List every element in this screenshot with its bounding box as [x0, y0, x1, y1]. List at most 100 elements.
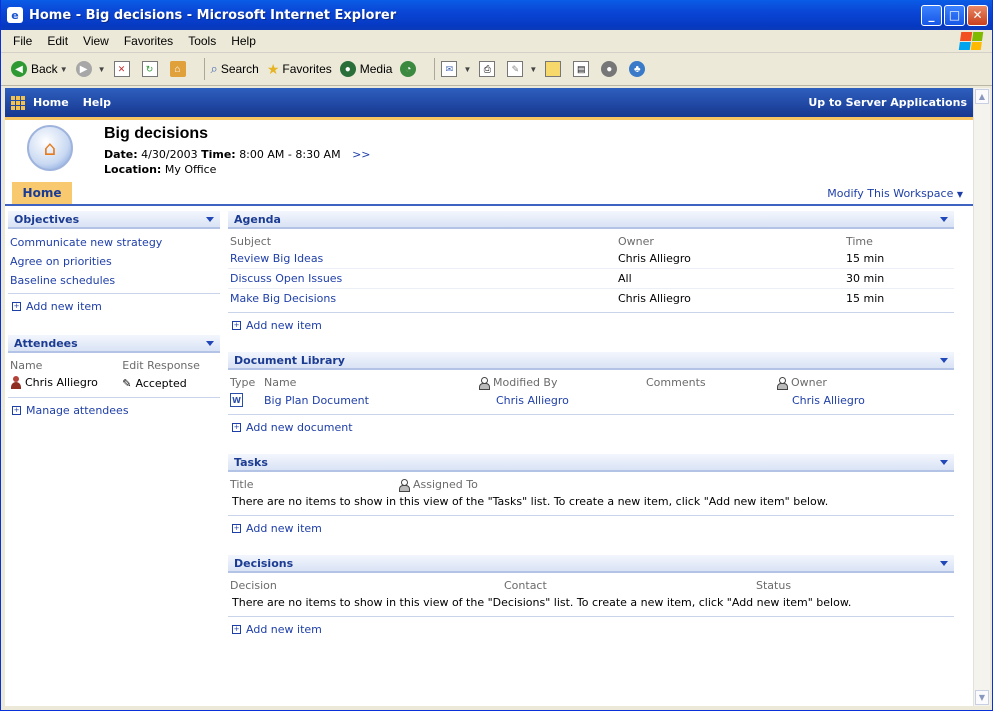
objective-item[interactable]: Baseline schedules: [8, 270, 220, 289]
location-value: My Office: [164, 163, 217, 176]
agenda-subject[interactable]: Make Big Decisions: [228, 289, 616, 309]
objectives-title[interactable]: Objectives: [14, 213, 79, 226]
media-button[interactable]: ● Media: [339, 61, 392, 77]
decisions-title[interactable]: Decisions: [234, 557, 293, 570]
menu-help[interactable]: Help: [231, 34, 256, 48]
modify-workspace-menu[interactable]: Modify This Workspace ▼: [827, 187, 963, 200]
mail-dropdown-icon[interactable]: ▼: [463, 65, 471, 74]
menu-tools[interactable]: Tools: [188, 34, 216, 48]
objective-item[interactable]: Communicate new strategy: [8, 232, 220, 251]
agenda-time: 15 min: [844, 249, 954, 269]
back-button[interactable]: ◀ Back ▼: [11, 61, 68, 77]
column-header-status[interactable]: Status: [754, 573, 954, 593]
webpart-menu-icon[interactable]: [940, 560, 948, 566]
scroll-down-arrow-icon[interactable]: ▼: [975, 690, 989, 705]
table-row: Review Big Ideas Chris Alliegro 15 min: [228, 249, 954, 269]
maximize-button[interactable]: □: [944, 4, 965, 26]
note-icon: [545, 61, 562, 77]
stop-button[interactable]: ✕: [113, 61, 134, 77]
edit-button[interactable]: ✎ ▼: [507, 61, 537, 77]
nav-home-link[interactable]: Home: [33, 96, 69, 109]
webpart-menu-icon[interactable]: [940, 216, 948, 222]
attendees-title[interactable]: Attendees: [14, 337, 78, 350]
webpart-menu-icon[interactable]: [940, 357, 948, 363]
home-icon: ⌂: [169, 61, 186, 77]
document-library-table: Type Name Modified By Comments Owner W B…: [228, 370, 954, 410]
column-header-edit-response[interactable]: Edit Response: [120, 353, 220, 373]
webpart-menu-icon[interactable]: [206, 340, 214, 346]
nav-up-to-server-link[interactable]: Up to Server Applications: [808, 96, 967, 109]
menu-favorites[interactable]: Favorites: [124, 34, 173, 48]
doc-owner[interactable]: Chris Alliegro: [774, 390, 954, 410]
column-header-time[interactable]: Time: [844, 229, 954, 249]
forward-dropdown-icon[interactable]: ▼: [98, 65, 106, 74]
add-new-document[interactable]: + Add new document: [228, 414, 954, 436]
close-button[interactable]: ✕: [967, 4, 988, 26]
decisions-add-new-item[interactable]: + Add new item: [228, 616, 954, 638]
workspace-header: ⌂ Big decisions Date: 4/30/2003 Time: 8:…: [5, 120, 973, 180]
agenda-subject[interactable]: Review Big Ideas: [228, 249, 616, 269]
menu-view[interactable]: View: [83, 34, 109, 48]
tools-button[interactable]: ♣: [629, 61, 649, 77]
column-header-contact[interactable]: Contact: [502, 573, 754, 593]
column-header-decision[interactable]: Decision: [228, 573, 502, 593]
manage-attendees-link[interactable]: + Manage attendees: [8, 397, 220, 419]
column-header-name[interactable]: Name: [8, 353, 120, 373]
refresh-button[interactable]: ↻: [141, 61, 162, 77]
doc-name[interactable]: Big Plan Document: [262, 390, 476, 410]
home-button[interactable]: ⌂: [169, 61, 190, 77]
document-library-header: Document Library: [228, 352, 954, 370]
search-button[interactable]: ⌕ Search: [211, 61, 259, 77]
objective-item[interactable]: Agree on priorities: [8, 251, 220, 270]
column-header-owner[interactable]: Owner: [774, 370, 954, 390]
messenger-icon: ●: [601, 61, 618, 77]
discuss-button[interactable]: [545, 61, 565, 77]
minimize-button[interactable]: _: [921, 4, 942, 26]
edit-response-icon[interactable]: ✎: [122, 377, 131, 390]
webpart-menu-icon[interactable]: [206, 216, 214, 222]
column-header-name[interactable]: Name: [262, 370, 476, 390]
agenda-header: Agenda: [228, 211, 954, 229]
agenda-add-new-item[interactable]: + Add new item: [228, 312, 954, 334]
tab-home[interactable]: Home: [12, 182, 72, 204]
nav-help-link[interactable]: Help: [83, 96, 111, 109]
add-icon: +: [12, 406, 21, 415]
menu-file[interactable]: File: [13, 34, 32, 48]
menu-edit[interactable]: Edit: [47, 34, 68, 48]
forward-button[interactable]: ▶ ▼: [75, 61, 106, 77]
research-button[interactable]: ▤: [573, 61, 593, 77]
scroll-up-arrow-icon[interactable]: ▲: [975, 89, 989, 104]
date-label: Date:: [104, 148, 138, 161]
vertical-scrollbar[interactable]: ▲ ▼: [973, 88, 990, 706]
messenger-button[interactable]: ●: [601, 61, 621, 77]
edit-dropdown-icon[interactable]: ▼: [529, 65, 537, 74]
tasks-table: Title Assigned To: [228, 472, 954, 492]
attendee-response-cell[interactable]: ✎ Accepted: [120, 373, 220, 393]
word-document-icon[interactable]: W: [230, 393, 243, 407]
column-header-title[interactable]: Title: [228, 472, 396, 492]
agenda-title[interactable]: Agenda: [234, 213, 281, 226]
favorites-button[interactable]: ★ Favorites: [267, 61, 332, 78]
tasks-title[interactable]: Tasks: [234, 456, 268, 469]
column-header-modified-by[interactable]: Modified By: [476, 370, 644, 390]
doc-modified-by[interactable]: Chris Alliegro: [476, 390, 644, 410]
agenda-subject[interactable]: Discuss Open Issues: [228, 268, 616, 289]
webpart-menu-icon[interactable]: [940, 459, 948, 465]
tasks-add-new-item[interactable]: + Add new item: [228, 515, 954, 537]
time-value: 8:00 AM - 8:30 AM: [239, 148, 341, 161]
mail-button[interactable]: ✉ ▼: [441, 61, 471, 77]
document-library-title[interactable]: Document Library: [234, 354, 345, 367]
column-header-assigned-to[interactable]: Assigned To: [396, 472, 954, 492]
more-meetings-link[interactable]: >>: [352, 148, 370, 161]
column-header-comments[interactable]: Comments: [644, 370, 774, 390]
print-button[interactable]: ⎙: [479, 61, 499, 77]
back-dropdown-icon[interactable]: ▼: [60, 65, 68, 74]
column-header-type[interactable]: Type: [228, 370, 262, 390]
left-column: Objectives Communicate new strategy Agre…: [8, 211, 220, 433]
column-header-subject[interactable]: Subject: [228, 229, 616, 249]
column-header-owner[interactable]: Owner: [616, 229, 844, 249]
attendee-name-cell[interactable]: Chris Alliegro: [8, 373, 120, 393]
history-button[interactable]: ◔: [400, 61, 420, 77]
table-row: Make Big Decisions Chris Alliegro 15 min: [228, 289, 954, 309]
objectives-add-new-item[interactable]: + Add new item: [8, 293, 220, 315]
